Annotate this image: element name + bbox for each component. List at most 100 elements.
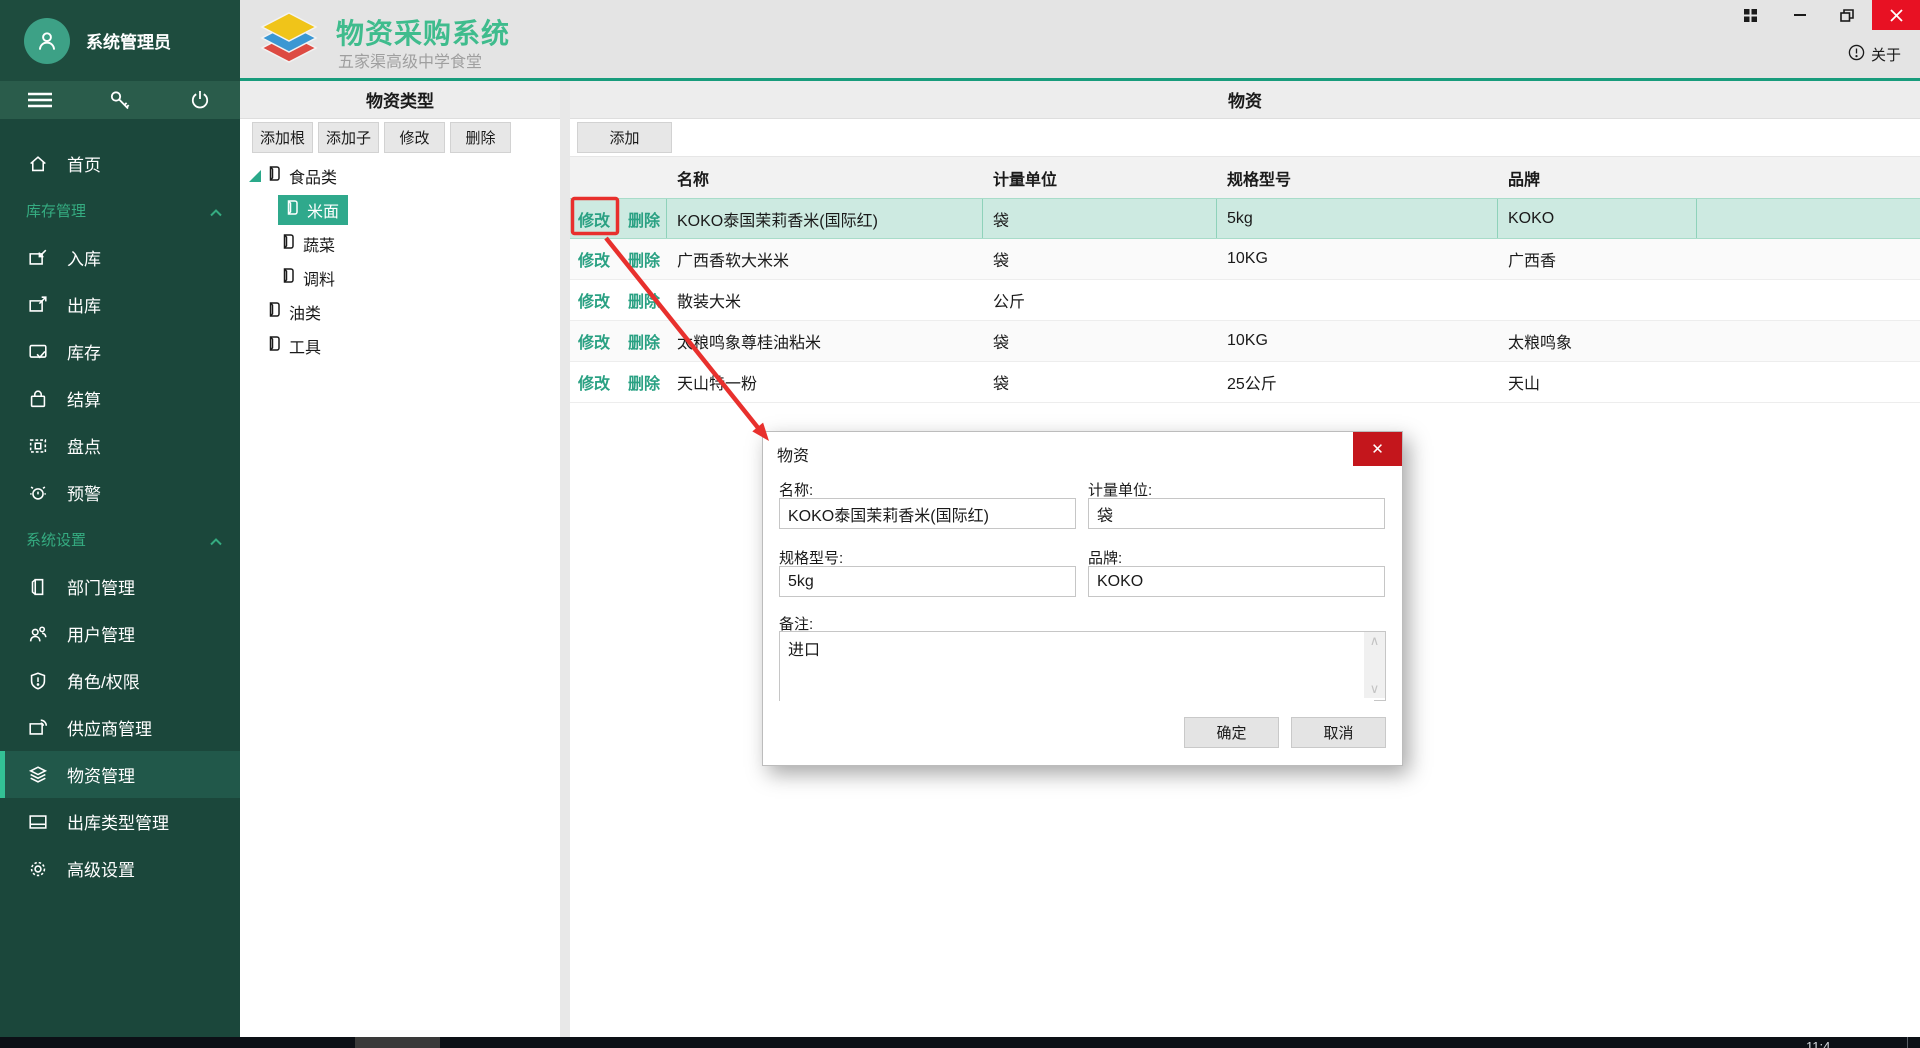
folder-icon [266,165,282,187]
sidebar-item-alert[interactable]: 预警 [0,469,240,516]
sidebar-item-label: 结算 [67,386,101,411]
folder-icon [280,233,296,255]
sidebar-item-stocktaking[interactable]: 盘点 [0,422,240,469]
scroll-up-icon[interactable]: ∧ [1370,632,1380,650]
cell-unit: 袋 [983,199,1217,238]
row-modify-link[interactable]: 修改 [578,370,610,394]
note-field[interactable]: 进口 [780,632,1374,706]
row-modify-link[interactable]: 修改 [578,247,610,271]
close-icon: ✕ [1371,440,1384,458]
cancel-button[interactable]: 取消 [1291,717,1386,748]
name-field[interactable] [779,498,1076,529]
table-row[interactable]: 修改删除 KOKO泰国茉莉香米(国际红) 袋 5kg KOKO [570,198,1920,239]
stock-in-icon [26,246,50,270]
sidebar-section-settings[interactable]: 系统设置 [0,516,240,563]
tree-node-label: 蔬菜 [303,232,335,256]
sidebar-item-departments[interactable]: 部门管理 [0,563,240,610]
row-modify-link[interactable]: 修改 [578,288,610,312]
taskbar-app-button[interactable] [355,1037,440,1048]
tree-node-tools[interactable]: 工具 [240,329,560,363]
about-button[interactable]: 关于 [1848,44,1901,65]
sidebar-item-label: 库存 [67,339,101,364]
key-search-icon[interactable] [90,81,150,119]
sidebar-item-inventory[interactable]: 库存 [0,328,240,375]
table-row[interactable]: 修改删除 太粮鸣象尊桂油粘米 袋 10KG 太粮鸣象 [570,321,1920,362]
show-desktop-divider[interactable] [1907,1037,1908,1048]
unit-field[interactable] [1088,498,1385,529]
cell-spec [1217,280,1498,320]
folder-icon [266,301,282,323]
table-row[interactable]: 修改删除 广西香软大米米 袋 10KG 广西香 [570,239,1920,280]
department-icon [26,575,50,599]
row-modify-link[interactable]: 修改 [578,329,610,353]
cell-name: 天山特一粉 [667,362,983,402]
add-root-button[interactable]: 添加根 [252,122,313,153]
dialog-close-button[interactable]: ✕ [1353,432,1402,466]
tree-node-label: 工具 [289,334,321,358]
sidebar-item-users[interactable]: 用户管理 [0,610,240,657]
brand-field[interactable] [1088,566,1385,597]
minimize-button[interactable] [1780,0,1820,30]
tree-node-food[interactable]: 食品类 [240,159,560,193]
cell-extra [1697,362,1920,402]
power-icon[interactable] [170,81,230,119]
sidebar-item-stock-in[interactable]: 入库 [0,234,240,281]
table-row[interactable]: 修改删除 散装大米 公斤 [570,280,1920,321]
sidebar-item-label: 部门管理 [67,574,135,599]
row-delete-link[interactable]: 删除 [628,207,660,231]
tree-node-rice-flour[interactable]: 米面 [254,193,560,227]
add-child-button[interactable]: 添加子 [318,122,379,153]
apps-grid-button[interactable] [1728,0,1772,30]
chevron-up-icon [210,533,222,550]
sidebar-icon-band [0,81,240,119]
sidebar-item-suppliers[interactable]: 供应商管理 [0,704,240,751]
add-material-button[interactable]: 添加 [577,122,672,153]
column-header-name: 名称 [667,166,983,190]
tree-node-oils[interactable]: 油类 [240,295,560,329]
sidebar-item-stock-out[interactable]: 出库 [0,281,240,328]
table-row[interactable]: 修改删除 天山特一粉 袋 25公斤 天山 [570,362,1920,403]
window-close-button[interactable] [1872,0,1920,30]
folder-icon [280,267,296,289]
ok-button[interactable]: 确定 [1184,717,1279,748]
row-delete-link[interactable]: 删除 [628,288,660,312]
sidebar-section-inventory[interactable]: 库存管理 [0,187,240,234]
modify-type-button[interactable]: 修改 [384,122,445,153]
sidebar-item-outbound-types[interactable]: 出库类型管理 [0,798,240,845]
hamburger-menu-icon[interactable] [10,81,70,119]
avatar [24,18,70,64]
advanced-settings-icon [26,857,50,881]
restore-button[interactable] [1826,0,1868,30]
panel-scrollbar[interactable] [560,81,570,1037]
chevron-up-icon [210,204,222,221]
cell-unit: 公斤 [983,280,1217,320]
row-modify-link[interactable]: 修改 [578,207,610,231]
column-header-unit: 计量单位 [983,166,1217,190]
app-window: 系统管理员 首页 库存管理 入库 [0,0,1920,1048]
sidebar-section-label: 系统设置 [26,529,86,550]
note-scrollbar[interactable]: ∧ ∨ [1364,632,1385,698]
sidebar-item-advanced-settings[interactable]: 高级设置 [0,845,240,892]
delete-type-button[interactable]: 删除 [450,122,511,153]
row-delete-link[interactable]: 删除 [628,247,660,271]
row-delete-link[interactable]: 删除 [628,329,660,353]
user-panel: 系统管理员 [0,0,240,81]
scroll-down-icon[interactable]: ∨ [1370,680,1380,698]
app-title: 物资采购系统 [336,12,510,52]
sidebar-item-home[interactable]: 首页 [0,140,240,187]
sidebar-item-roles[interactable]: 角色/权限 [0,657,240,704]
sidebar-item-label: 物资管理 [67,762,135,787]
cell-extra [1697,321,1920,361]
sidebar-item-label: 用户管理 [67,621,135,646]
tree-node-vegetables[interactable]: 蔬菜 [254,227,560,261]
sidebar-item-materials[interactable]: 物资管理 [0,751,240,798]
sidebar-item-settlement[interactable]: 结算 [0,375,240,422]
brand-field-label: 品牌: [1088,547,1122,568]
tree-expand-icon[interactable] [246,170,264,182]
home-icon [26,152,50,176]
materials-panel-header: 物资 [570,81,1920,119]
tree-node-seasoning[interactable]: 调料 [254,261,560,295]
spec-field[interactable] [779,566,1076,597]
row-delete-link[interactable]: 删除 [628,370,660,394]
cell-brand: 天山 [1498,362,1697,402]
